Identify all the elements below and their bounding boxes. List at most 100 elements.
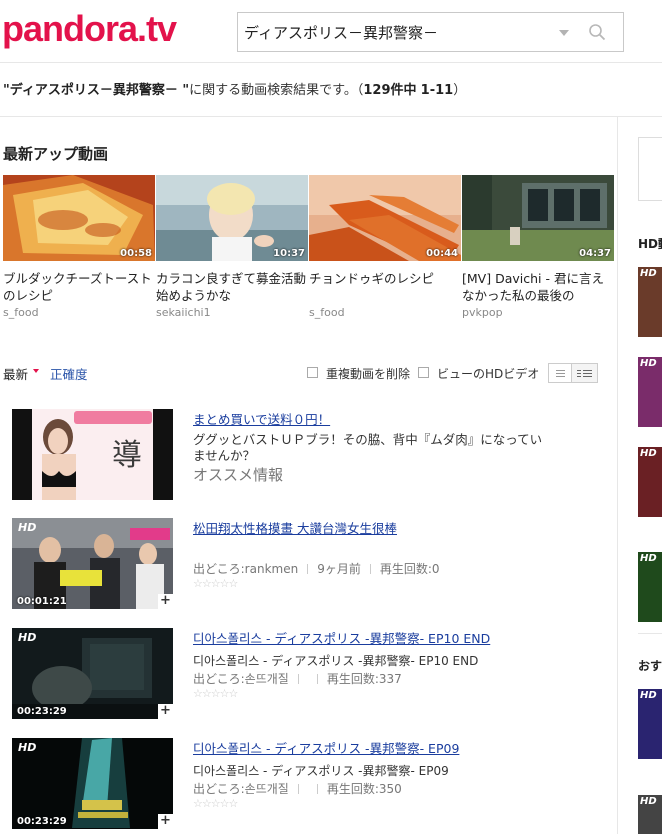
video-source[interactable]: 出どころ:손뜨개질 (193, 782, 289, 796)
sidebar-thumbnail[interactable]: HD (638, 689, 662, 759)
sidebar-thumbnail[interactable]: HD (638, 357, 662, 427)
detail-view-icon[interactable] (572, 364, 597, 382)
hd-checkbox[interactable] (418, 367, 429, 378)
video-age: 9ヶ月前 (317, 562, 361, 576)
duration-badge: 00:23:29 (17, 816, 67, 827)
duration-badge: 10:37 (273, 248, 305, 259)
video-title[interactable]: チョンドゥギのレシピ (309, 270, 461, 304)
video-title[interactable]: ブルダックチーズトーストのレシピ (3, 270, 155, 304)
sidebar-recommend-heading: おす (638, 659, 662, 673)
result-range: 1-11 (420, 83, 454, 98)
latest-card[interactable]: 00:58 ブルダックチーズトーストのレシピ s_food (3, 175, 155, 319)
video-thumbnail[interactable]: 04:37 (462, 175, 614, 261)
video-description: 디아스폴리스 - ディアスポリス -異邦警察- EP10 END (193, 654, 479, 668)
latest-card[interactable]: 04:37 [MV] Davichi - 君に言えなかった私の最後の pvkpo… (462, 175, 614, 319)
hd-badge: HD (640, 553, 657, 564)
add-playlist-icon[interactable]: + (158, 814, 173, 829)
duration-badge: 00:01:21 (17, 596, 67, 607)
latest-section-title: 最新アップ動画 (3, 145, 109, 163)
video-author[interactable]: s_food (3, 306, 155, 319)
result-close: ） (453, 83, 467, 98)
hd-badge: HD (640, 358, 657, 369)
video-author[interactable]: s_food (309, 306, 461, 319)
sort-accuracy[interactable]: 正確度 (50, 364, 88, 383)
sidebar-thumbnail[interactable]: HD (638, 447, 662, 517)
result-item[interactable]: HD 00:01:21 + 松田翔太性格摸畫 大讚台灣女生很棒 出どころ:ran… (12, 518, 612, 610)
star-rating: ☆☆☆☆☆ (193, 577, 238, 590)
dedupe-checkbox[interactable] (307, 367, 318, 378)
result-item[interactable]: HD 00:23:29 + 디아스폴리스 - ディアスポリス -異邦警察- EP… (12, 628, 612, 720)
latest-card[interactable]: 00:44 チョンドゥギのレシピ s_food (309, 175, 461, 319)
duration-badge: 04:37 (579, 248, 611, 259)
video-thumbnail[interactable]: 00:44 (309, 175, 461, 261)
result-suffix: に関する動画検索結果です。（ (189, 83, 364, 98)
caret-down-icon[interactable] (33, 369, 39, 373)
pandora-logo[interactable]: pandora.tv (2, 8, 177, 50)
video-title[interactable]: 디아스폴리스 - ディアスポリス -異邦警察- EP10 END (193, 628, 490, 647)
video-title[interactable]: 松田翔太性格摸畫 大讚台灣女生很棒 (193, 518, 397, 537)
sidebar-thumbnail[interactable]: HD (638, 552, 662, 622)
add-playlist-icon[interactable]: + (158, 704, 173, 719)
video-views: 再生回数:337 (326, 672, 402, 686)
result-query: "ディアスポリス－異邦警察－ " (3, 83, 190, 98)
hd-badge: HD (640, 796, 657, 807)
sidebar-hd-heading: HD動 (638, 237, 662, 251)
video-title[interactable]: カラコン良すぎて募金活動始めようかな (156, 270, 308, 304)
video-author[interactable]: pvkpop (462, 306, 614, 319)
hd-badge: HD (640, 448, 657, 459)
sidebar-thumbnail[interactable]: HD (638, 267, 662, 337)
video-author[interactable]: sekaiichi1 (156, 306, 308, 319)
dedupe-label[interactable]: 重複動画を削除 (326, 365, 410, 382)
add-playlist-icon[interactable]: + (158, 594, 173, 609)
search-result-summary: "ディアスポリス－異邦警察－ "に関する動画検索結果です。（129件中 1-11… (3, 79, 466, 98)
result-item[interactable]: HD 00:23:29 + 디아스폴리스 - ディアスポリス -異邦警察- EP… (12, 738, 612, 830)
video-meta: 出どころ:손뜨개질 再生回数:337 (193, 670, 402, 687)
video-meta: 出どころ:손뜨개질 再生回数:350 (193, 780, 402, 797)
video-thumbnail[interactable]: HD 00:23:29 + (12, 628, 173, 719)
ad-item[interactable]: 導 まとめ買いで送料０円！ ググッとバストＵＰブラ！その脇、背中『ムダ肉』になっ… (12, 409, 612, 501)
star-rating: ☆☆☆☆☆ (193, 687, 238, 700)
video-thumbnail[interactable]: 10:37 (156, 175, 308, 261)
sidebar-divider (638, 633, 662, 634)
video-thumbnail[interactable]: HD 00:01:21 + (12, 518, 173, 609)
search-box (237, 12, 624, 52)
hd-badge: HD (640, 690, 657, 701)
hd-badge: HD (640, 268, 657, 279)
ad-thumbnail[interactable]: 導 (12, 409, 173, 500)
hd-badge: HD (18, 521, 37, 534)
header-divider (0, 62, 662, 63)
sidebar-banner[interactable] (638, 137, 662, 201)
hd-badge: HD (18, 631, 37, 644)
result-total: 129件中 (363, 83, 417, 98)
sidebar-thumbnail[interactable]: HD (638, 795, 662, 834)
list-view-icon[interactable] (549, 364, 572, 382)
hd-badge: HD (18, 741, 37, 754)
section-divider (0, 116, 662, 117)
latest-video-row: 00:58 ブルダックチーズトーストのレシピ s_food 10:37 カラコン… (3, 175, 615, 325)
video-description: 디아스폴리스 - ディアスポリス -異邦警察- EP09 (193, 764, 449, 778)
video-source[interactable]: 出どころ:rankmen (193, 562, 298, 576)
right-sidebar: HD動 HD HD HD HD おす HD HD (618, 117, 662, 834)
ad-tag: オススメ情報 (193, 466, 284, 484)
search-icon[interactable] (588, 23, 606, 41)
chevron-down-icon[interactable] (559, 30, 569, 36)
video-thumbnail[interactable]: 00:58 (3, 175, 155, 261)
video-views: 再生回数:0 (379, 562, 440, 576)
video-title[interactable]: 디아스폴리스 - ディアスポリス -異邦警察- EP09 (193, 738, 459, 757)
ad-title[interactable]: まとめ買いで送料０円！ (193, 409, 330, 428)
search-input[interactable] (238, 13, 548, 51)
duration-badge: 00:23:29 (17, 706, 67, 717)
header: pandora.tv (0, 0, 662, 62)
sort-newest[interactable]: 最新 (3, 364, 28, 383)
video-meta: 出どころ:rankmen 9ヶ月前 再生回数:0 (193, 560, 440, 577)
video-thumbnail[interactable]: HD 00:23:29 + (12, 738, 173, 829)
ad-description: ググッとバストＵＰブラ！その脇、背中『ムダ肉』になっていませんか？ (193, 432, 543, 463)
latest-card[interactable]: 10:37 カラコン良すぎて募金活動始めようかな sekaiichi1 (156, 175, 308, 319)
star-rating: ☆☆☆☆☆ (193, 797, 238, 810)
svg-text:導: 導 (112, 438, 142, 473)
video-title[interactable]: [MV] Davichi - 君に言えなかった私の最後の (462, 270, 614, 304)
duration-badge: 00:58 (120, 248, 152, 259)
video-source[interactable]: 出どころ:손뜨개질 (193, 672, 289, 686)
video-views: 再生回数:350 (326, 782, 402, 796)
hd-label[interactable]: ビューのHDビデオ (437, 365, 539, 382)
